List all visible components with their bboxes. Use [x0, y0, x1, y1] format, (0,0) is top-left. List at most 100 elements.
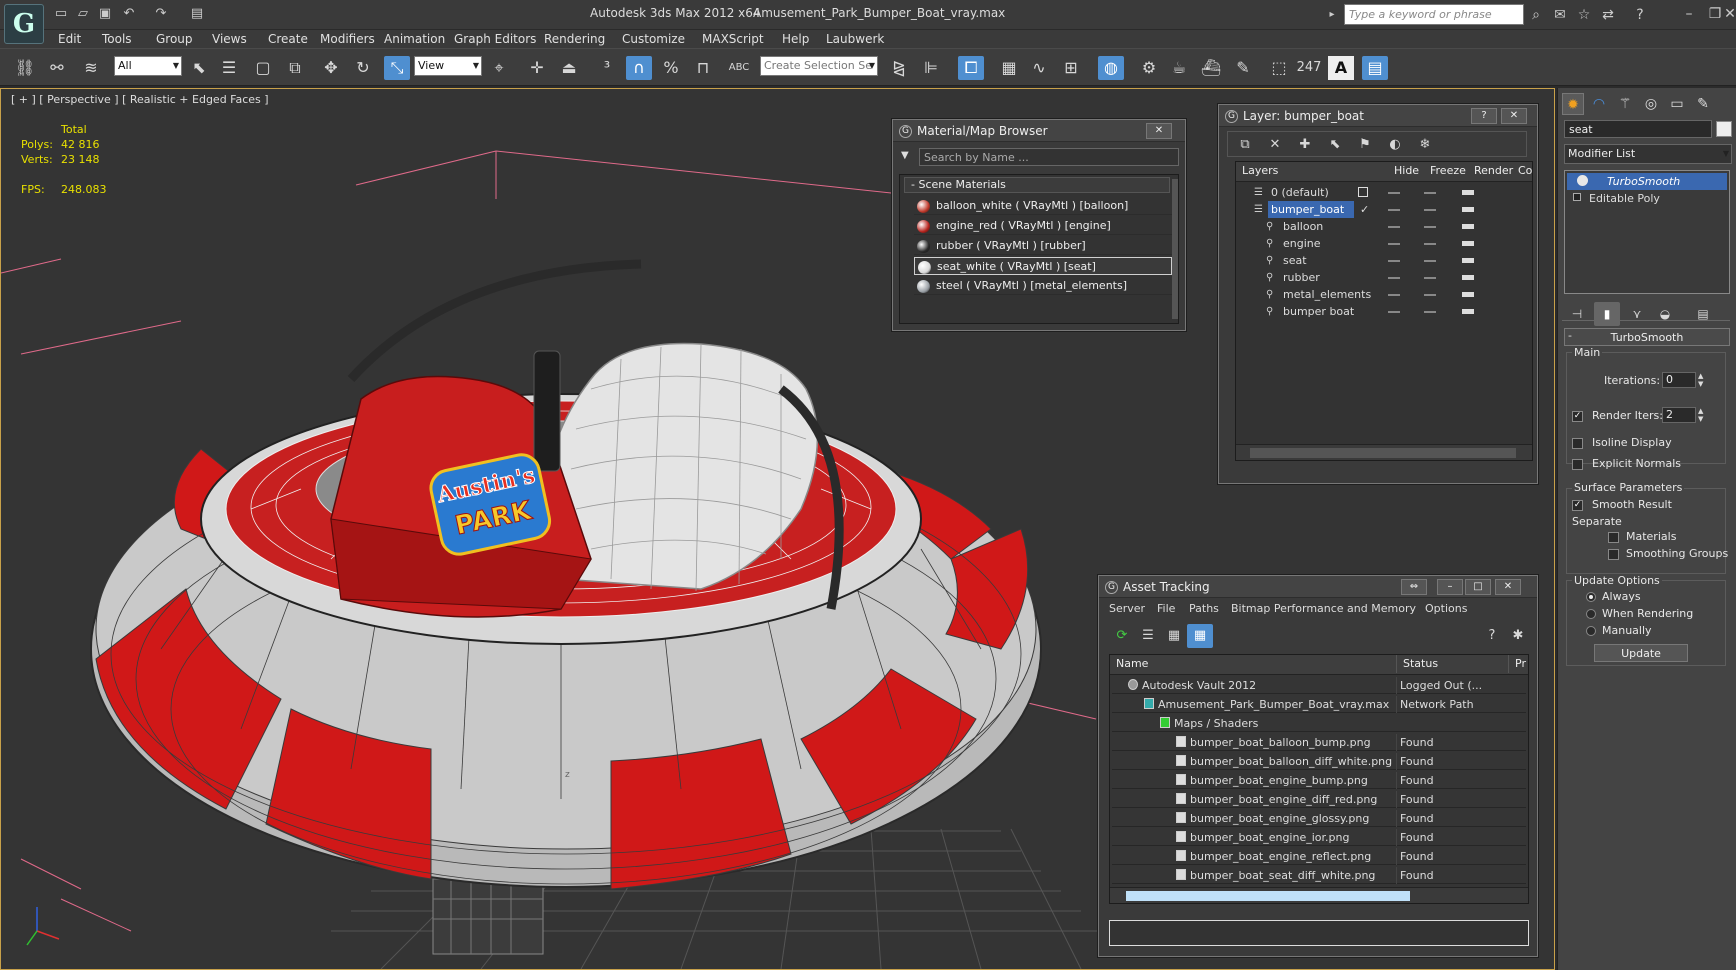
- asset-row[interactable]: bumper_boat_balloon_bump.png Found: [1112, 734, 1526, 751]
- asset-row[interactable]: bumper_boat_engine_glossy.png Found: [1112, 810, 1526, 827]
- hide-toggle[interactable]: [1388, 277, 1400, 279]
- asset-row[interactable]: bumper_boat_engine_ior.png Found: [1112, 829, 1526, 846]
- iterations-spinner-arrows[interactable]: ▲ ▼: [1698, 372, 1703, 388]
- update-button[interactable]: Update: [1594, 644, 1688, 662]
- menu-help[interactable]: Help: [782, 30, 809, 48]
- layer-row[interactable]: ☰ bumper_boat ✓: [1238, 201, 1530, 218]
- layer-row[interactable]: ⚲ bumper boat: [1238, 303, 1530, 320]
- expand-arrow-icon[interactable]: ▸: [1322, 5, 1342, 25]
- asset-path-field[interactable]: [1109, 920, 1529, 946]
- asset-row[interactable]: bumper_boat_seat_diff_white.png Found: [1112, 867, 1526, 884]
- render-toggle-icon[interactable]: [1462, 275, 1474, 280]
- select-and-scale-icon[interactable]: ⤡: [384, 56, 410, 80]
- viewport-view-label[interactable]: [ Perspective ]: [39, 93, 118, 106]
- render-toggle-icon[interactable]: [1462, 190, 1474, 195]
- asset-list-view-icon[interactable]: ☰: [1135, 624, 1161, 648]
- asset-menu-server[interactable]: Server: [1109, 600, 1145, 618]
- hide-toggle[interactable]: [1388, 192, 1400, 194]
- layer-manager-icon[interactable]: ⧠: [958, 56, 984, 80]
- object-name-field[interactable]: seat: [1564, 120, 1712, 138]
- render-iters-checkbox[interactable]: ✓: [1572, 411, 1583, 422]
- create-layer-icon[interactable]: ⧉: [1232, 133, 1258, 157]
- freeze-toggle[interactable]: [1424, 294, 1436, 296]
- asset-row[interactable]: Amusement_Park_Bumper_Boat_vray.max Netwo…: [1112, 696, 1526, 713]
- hide-toggle[interactable]: [1388, 294, 1400, 296]
- viewport-label[interactable]: [ + ] [ Perspective ] [ Realistic + Edge…: [11, 93, 269, 106]
- asset-tracking-maximize-button[interactable]: □: [1465, 579, 1491, 595]
- render-iters-spinner-arrows[interactable]: ▲ ▼: [1698, 407, 1703, 423]
- unlink-icon[interactable]: ⚯: [44, 56, 70, 80]
- current-layer-icon[interactable]: [1358, 187, 1368, 197]
- asset-table-hscrollbar[interactable]: [1110, 887, 1528, 903]
- menu-create[interactable]: Create: [268, 30, 308, 48]
- select-objects-in-layer-icon[interactable]: ⬉: [1322, 133, 1348, 157]
- asset-row[interactable]: bumper_boat_engine_reflect.png Found: [1112, 848, 1526, 865]
- schematic-view-icon[interactable]: ⊞: [1058, 56, 1084, 80]
- stack-item-editable-poly[interactable]: Editable Poly: [1567, 190, 1727, 207]
- selection-filter-dropdown[interactable]: All: [114, 56, 182, 76]
- col-color[interactable]: Co: [1518, 162, 1532, 180]
- hide-toggle[interactable]: [1388, 260, 1400, 262]
- edit-named-selection-icon[interactable]: ABC: [726, 56, 752, 80]
- highlight-layer-icon[interactable]: ⚑: [1352, 133, 1378, 157]
- layer-list-hscrollbar[interactable]: [1236, 444, 1532, 460]
- create-tab-icon[interactable]: ✹: [1562, 93, 1584, 115]
- stack-item-turbosmooth[interactable]: TurboSmooth: [1567, 173, 1727, 190]
- window-crossing-icon[interactable]: ⧉: [282, 56, 308, 80]
- render-toggle-icon[interactable]: [1462, 309, 1474, 314]
- hierarchy-tab-icon[interactable]: ⚚: [1614, 93, 1636, 115]
- menu-maxscript[interactable]: MAXScript: [702, 30, 764, 48]
- menu-modifiers[interactable]: Modifiers: [320, 30, 375, 48]
- select-by-name-icon[interactable]: ☰: [216, 56, 242, 80]
- asset-row[interactable]: Maps / Shaders: [1112, 715, 1526, 732]
- layer-row[interactable]: ⚲ metal_elements: [1238, 286, 1530, 303]
- update-manually-radio[interactable]: [1586, 626, 1596, 636]
- text-tool-icon[interactable]: A: [1328, 56, 1354, 80]
- col-status[interactable]: Status: [1396, 655, 1438, 673]
- freeze-toggle[interactable]: [1424, 311, 1436, 313]
- hide-toggle[interactable]: [1388, 311, 1400, 313]
- render-toggle-icon[interactable]: [1462, 292, 1474, 297]
- select-and-link-icon[interactable]: ⛓: [12, 56, 38, 80]
- freeze-all-layers-icon[interactable]: ❄: [1412, 133, 1438, 157]
- binoculars-icon[interactable]: ⌕: [1526, 5, 1546, 25]
- rendered-frame-window-icon[interactable]: ☕: [1166, 56, 1192, 80]
- smooth-result-checkbox[interactable]: ✓: [1572, 500, 1583, 511]
- material-editor-icon[interactable]: ◍: [1098, 56, 1124, 80]
- asset-menu-bitmap-performance[interactable]: Bitmap Performance and Memory: [1231, 600, 1416, 618]
- layer-row[interactable]: ⚲ rubber: [1238, 269, 1530, 286]
- menu-edit[interactable]: Edit: [58, 30, 81, 48]
- modifier-bulb-icon[interactable]: [1577, 175, 1588, 186]
- browser-options-icon[interactable]: ▼: [901, 150, 913, 162]
- redo-icon[interactable]: ↷: [152, 5, 170, 23]
- viewport-shading-label[interactable]: [ Realistic + Edged Faces ]: [122, 93, 268, 106]
- pivot-center-icon[interactable]: ⌖: [486, 56, 512, 80]
- scene-materials-group[interactable]: - Scene Materials: [904, 177, 1170, 193]
- angle-snap-icon[interactable]: ∩: [626, 56, 652, 80]
- asset-row[interactable]: Autodesk Vault 2012 Logged Out (...: [1112, 677, 1526, 694]
- help-icon[interactable]: ?: [1630, 5, 1650, 25]
- add-to-layer-icon[interactable]: ✚: [1292, 133, 1318, 157]
- col-layers[interactable]: Layers: [1242, 162, 1278, 180]
- material-row[interactable]: rubber ( VRayMtl ) [rubber]: [914, 237, 1172, 255]
- layer-row[interactable]: ⚲ engine: [1238, 235, 1530, 252]
- asset-tracking-swap-button[interactable]: ⇔: [1401, 579, 1427, 595]
- rollout-collapse-icon[interactable]: -: [1568, 329, 1572, 342]
- freeze-toggle[interactable]: [1424, 209, 1436, 211]
- asset-settings-icon[interactable]: ✱: [1505, 624, 1531, 648]
- asset-menu-file[interactable]: File: [1157, 600, 1175, 618]
- asset-row[interactable]: bumper_boat_balloon_diff_white.png Found: [1112, 753, 1526, 770]
- col-hide[interactable]: Hide: [1394, 162, 1419, 180]
- object-color-swatch[interactable]: [1716, 121, 1732, 137]
- separate-materials-checkbox[interactable]: [1608, 532, 1619, 543]
- layer-manager-close-button[interactable]: ✕: [1501, 108, 1527, 124]
- asset-tracking-close-button[interactable]: ✕: [1495, 579, 1521, 595]
- render-toggle-icon[interactable]: [1462, 258, 1474, 263]
- asset-table-view-icon[interactable]: ▦: [1187, 624, 1213, 648]
- snaps-toggle-icon[interactable]: ³: [594, 56, 620, 80]
- material-row[interactable]: steel ( VRayMtl ) [metal_elements]: [914, 277, 1172, 295]
- asset-tracking-minimize-button[interactable]: –: [1437, 579, 1463, 595]
- asset-help-icon[interactable]: ?: [1479, 624, 1505, 648]
- hide-all-layers-icon[interactable]: ◐: [1382, 133, 1408, 157]
- modifier-list-dropdown[interactable]: Modifier List: [1564, 144, 1732, 164]
